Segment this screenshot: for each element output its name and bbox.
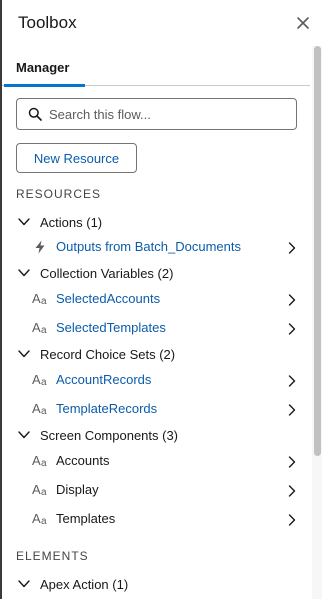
chevron-right-icon	[288, 323, 296, 335]
bolt-icon	[32, 240, 50, 254]
resource-item-label: Display	[56, 482, 99, 497]
scrollbar[interactable]	[312, 46, 322, 599]
text-aa-icon: Aa	[32, 372, 47, 389]
group-label: Actions (1)	[40, 215, 103, 230]
resource-item-label: Accounts	[56, 453, 110, 468]
toolbox-panel: Toolbox Manager New Resource RESOURCES A…	[0, 0, 322, 599]
resource-item-selectedtemplates[interactable]: Aa SelectedTemplates	[2, 314, 310, 343]
resource-item-label: AccountRecords	[56, 372, 152, 387]
chevron-down-icon	[18, 218, 30, 226]
chevron-right-icon	[288, 294, 296, 306]
chevron-down-icon	[18, 269, 30, 277]
resource-item-label: TemplateRecords	[56, 401, 158, 416]
group-label: Screen Components (3)	[40, 428, 179, 443]
chevron-right-icon	[288, 485, 296, 497]
section-title-resources: RESOURCES	[16, 187, 102, 201]
tab-manager-label: Manager	[16, 60, 70, 75]
scrollbar-thumb[interactable]	[314, 46, 321, 456]
tab-bar: Manager	[2, 46, 310, 87]
resource-item-templaterecords[interactable]: Aa TemplateRecords	[2, 395, 310, 424]
group-label: Record Choice Sets (2)	[40, 347, 176, 362]
chevron-right-icon	[288, 375, 296, 387]
resource-item-label: Outputs from Batch_Documents	[56, 239, 241, 254]
text-aa-icon: Aa	[32, 453, 47, 470]
resource-item-selectedaccounts[interactable]: Aa SelectedAccounts	[2, 285, 310, 314]
text-aa-icon: Aa	[32, 291, 47, 308]
text-aa-icon: Aa	[32, 401, 47, 418]
new-resource-button[interactable]: New Resource	[16, 143, 137, 173]
resource-item-accountrecords[interactable]: Aa AccountRecords	[2, 366, 310, 395]
group-label: Collection Variables (2)	[40, 266, 174, 281]
chevron-right-icon	[288, 242, 296, 254]
resource-item-display[interactable]: Aa Display	[2, 476, 310, 505]
chevron-down-icon	[18, 580, 30, 588]
active-tab-indicator	[4, 84, 85, 87]
chevron-right-icon	[288, 514, 296, 526]
panel-title: Toolbox	[18, 13, 77, 32]
chevron-down-icon	[18, 431, 30, 439]
resource-item-outputs-from-batch-documents[interactable]: Outputs from Batch_Documents	[2, 233, 310, 262]
group-apex-action[interactable]: Apex Action (1)	[2, 571, 310, 599]
group-label: Apex Action (1)	[40, 577, 129, 592]
chevron-right-icon	[288, 456, 296, 468]
search-input[interactable]	[49, 100, 289, 128]
resource-item-templates[interactable]: Aa Templates	[2, 505, 310, 534]
close-icon[interactable]	[295, 15, 311, 31]
chevron-down-icon	[18, 350, 30, 358]
search-icon	[28, 107, 42, 121]
resource-item-label: SelectedTemplates	[56, 320, 166, 335]
resource-item-label: SelectedAccounts	[56, 291, 161, 306]
section-title-elements: ELEMENTS	[16, 549, 89, 563]
tab-manager[interactable]: Manager	[4, 46, 85, 87]
text-aa-icon: Aa	[32, 320, 47, 337]
text-aa-icon: Aa	[32, 511, 47, 528]
chevron-right-icon	[288, 404, 296, 416]
search-box	[16, 98, 297, 130]
text-aa-icon: Aa	[32, 482, 47, 499]
resource-item-label: Templates	[56, 511, 116, 526]
panel-header: Toolbox	[2, 0, 322, 46]
resource-item-accounts[interactable]: Aa Accounts	[2, 447, 310, 476]
